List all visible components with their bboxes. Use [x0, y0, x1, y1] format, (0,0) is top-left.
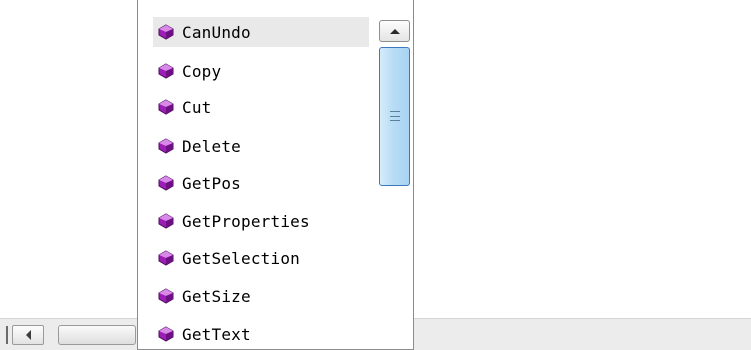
- autocomplete-item[interactable]: Delete: [153, 131, 369, 161]
- autocomplete-item[interactable]: GetPos: [153, 168, 369, 198]
- grip-icon: [390, 111, 400, 121]
- autocomplete-item-label: Copy: [182, 61, 222, 81]
- chevron-left-icon: [25, 330, 31, 340]
- autocomplete-item-label: GetSelection: [182, 248, 300, 268]
- method-icon: [158, 288, 174, 304]
- autocomplete-item[interactable]: CanUndo: [153, 17, 369, 47]
- autocomplete-item-label: CanUndo: [182, 22, 251, 42]
- horizontal-scroll-thumb[interactable]: [58, 325, 136, 345]
- autocomplete-popup: CanUndo Copy Cut Delete GetPos GetProper…: [137, 0, 414, 350]
- autocomplete-item-label: GetPos: [182, 173, 241, 193]
- scrollbar-edge: [6, 326, 8, 344]
- autocomplete-item-label: Delete: [182, 136, 241, 156]
- vertical-scrollbar[interactable]: [378, 0, 412, 349]
- autocomplete-item[interactable]: Copy: [153, 56, 369, 86]
- autocomplete-item[interactable]: GetSize: [153, 281, 369, 311]
- scroll-left-button[interactable]: [12, 325, 44, 345]
- autocomplete-item-label: GetText: [182, 324, 251, 344]
- autocomplete-item[interactable]: GetSelection: [153, 243, 369, 273]
- method-icon: [158, 24, 174, 40]
- method-icon: [158, 326, 174, 342]
- autocomplete-item[interactable]: Cut: [153, 92, 369, 122]
- method-icon: [158, 63, 174, 79]
- chevron-up-icon: [389, 28, 400, 34]
- method-icon: [158, 250, 174, 266]
- method-icon: [158, 138, 174, 154]
- autocomplete-item-label: Cut: [182, 97, 212, 117]
- autocomplete-item[interactable]: GetText: [153, 319, 369, 349]
- vertical-scroll-thumb[interactable]: [379, 47, 410, 186]
- method-icon: [158, 99, 174, 115]
- autocomplete-item-label: GetProperties: [182, 211, 310, 231]
- method-icon: [158, 175, 174, 191]
- scroll-up-button[interactable]: [379, 20, 410, 42]
- autocomplete-item[interactable]: GetProperties: [153, 206, 369, 236]
- method-icon: [158, 213, 174, 229]
- autocomplete-item-label: GetSize: [182, 286, 251, 306]
